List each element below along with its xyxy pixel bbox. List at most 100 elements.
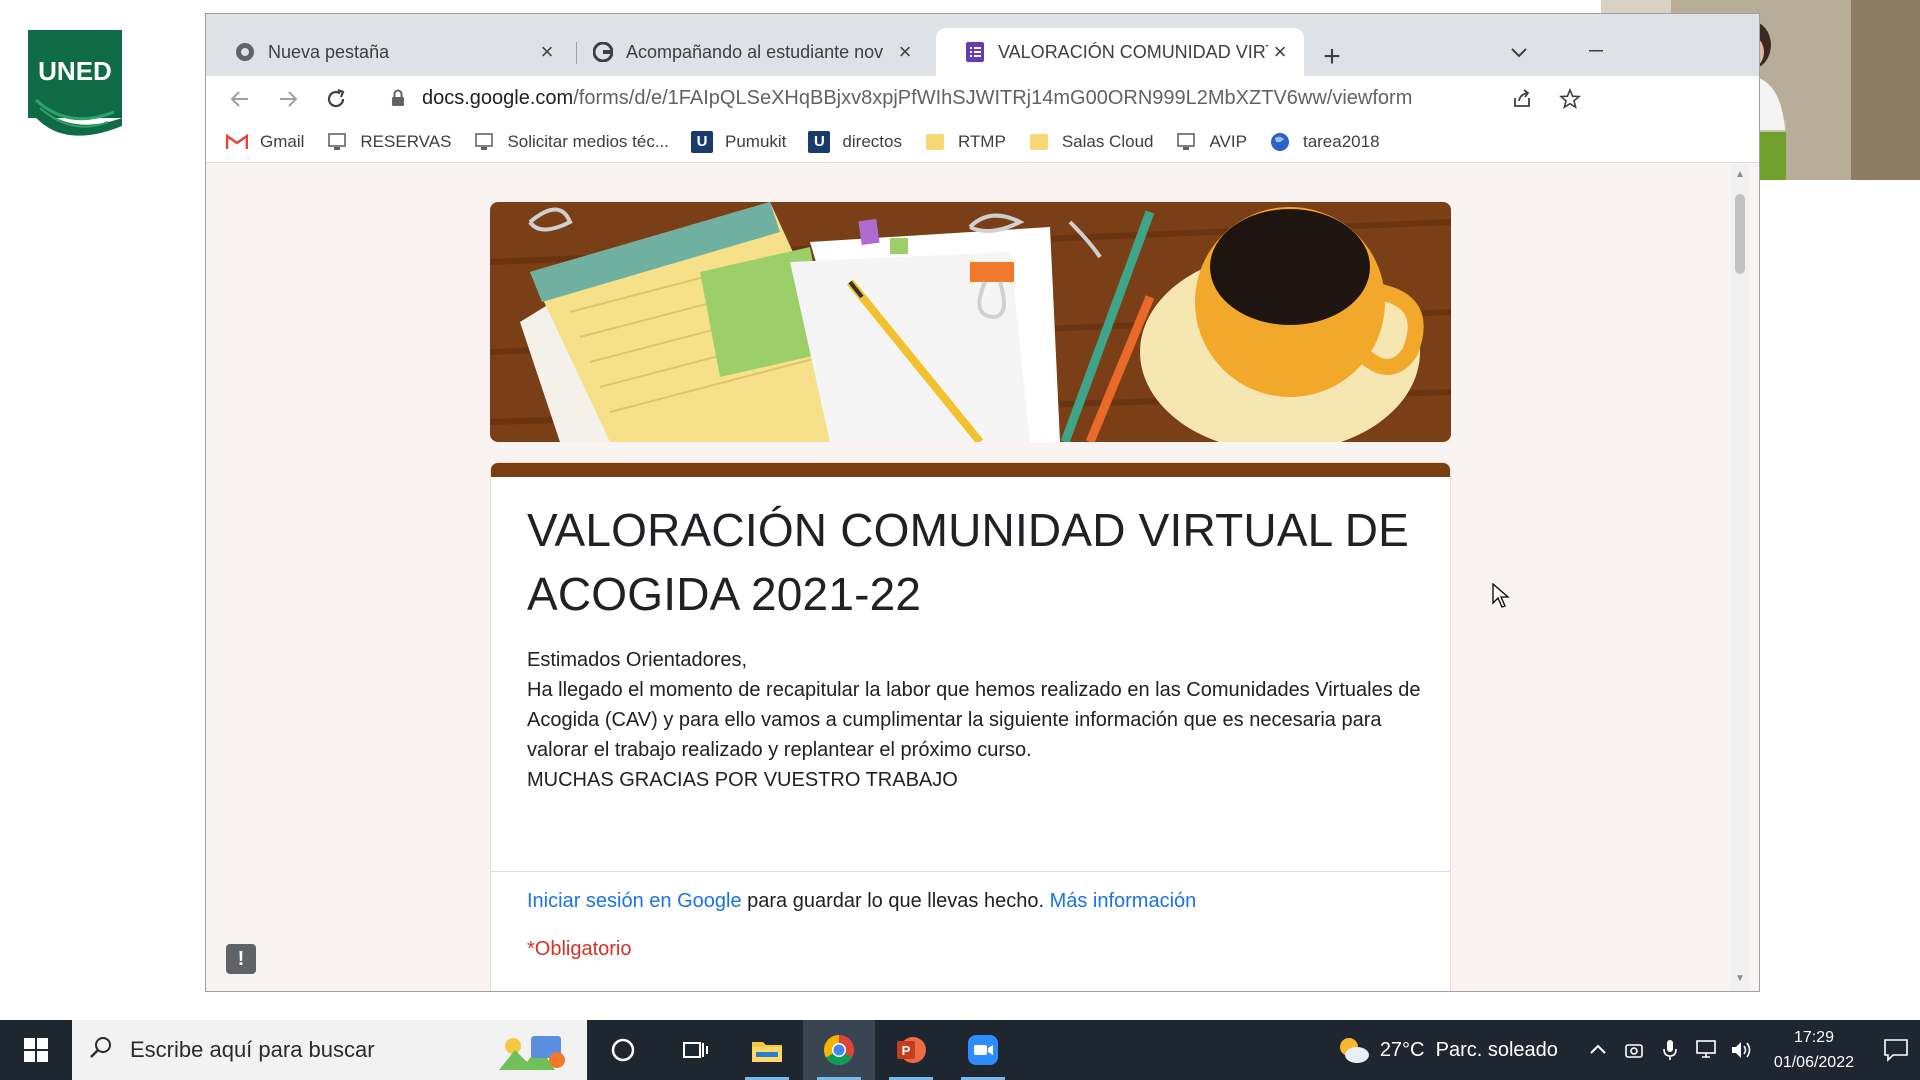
- scroll-thumb[interactable]: [1735, 194, 1745, 274]
- tab-label: Nueva pestaña: [268, 41, 390, 62]
- tab-label: VALORACIÓN COMUNIDAD VIRT: [998, 41, 1268, 62]
- tab-search-chevron-icon[interactable]: [1504, 38, 1534, 68]
- folder-icon: [924, 131, 946, 153]
- form-description-line: Estimados Orientadores,: [527, 649, 748, 671]
- scroll-up-icon[interactable]: ▲: [1735, 170, 1745, 180]
- search-icon: [88, 1035, 114, 1066]
- system-clock[interactable]: 17:29 01/06/2022: [1774, 1025, 1854, 1075]
- u-logo-icon: U: [808, 130, 831, 153]
- tab-strip: Nueva pestaña × Acompañando al estudiant…: [206, 14, 1759, 76]
- search-highlight-icon: [495, 1030, 567, 1072]
- partly-sunny-icon: [1336, 1035, 1370, 1065]
- form-description-line: Ha llegado el momento de recapitular la …: [527, 679, 1421, 761]
- chrome-icon: [234, 41, 256, 63]
- clock-time: 17:29: [1793, 1029, 1834, 1046]
- lock-icon[interactable]: [388, 87, 408, 109]
- signin-notice: Iniciar sesión en Google para guardar lo…: [527, 890, 1196, 913]
- tab-nueva-pestana[interactable]: Nueva pestaña ×: [206, 28, 571, 76]
- tab-acompanando[interactable]: Acompañando al estudiante nov ×: [564, 28, 929, 76]
- close-icon[interactable]: ×: [1268, 39, 1292, 64]
- form-page: VALORACIÓN COMUNIDAD VIRTUAL DE ACOGIDA …: [206, 164, 1749, 991]
- powerpoint-icon[interactable]: P: [875, 1020, 947, 1080]
- form-description: Estimados Orientadores, Ha llegado el mo…: [527, 645, 1427, 795]
- folder-icon: [1028, 131, 1050, 153]
- browser-window: Nueva pestaña × Acompañando al estudiant…: [205, 13, 1760, 992]
- bookmark-solicitar[interactable]: Solicitar medios téc...: [473, 131, 669, 153]
- mouse-cursor-icon: [1492, 582, 1510, 609]
- bookmark-label: Salas Cloud: [1061, 131, 1154, 151]
- svg-text:UNED: UNED: [38, 56, 112, 86]
- card-divider: [491, 871, 1450, 872]
- file-explorer-icon[interactable]: [731, 1020, 803, 1080]
- minimize-icon[interactable]: [1581, 36, 1611, 66]
- bookmark-label: Pumukit: [725, 131, 787, 151]
- bookmark-gmail[interactable]: Gmail: [226, 131, 304, 153]
- close-icon[interactable]: ×: [893, 39, 917, 64]
- bookmark-label: Solicitar medios téc...: [507, 131, 669, 151]
- desktop-stage: UNED Nueva pestaña × Acompañando al estu…: [0, 0, 1920, 1020]
- more-info-link[interactable]: Más información: [1050, 890, 1197, 912]
- star-icon[interactable]: [1552, 81, 1588, 117]
- weather-condition: Parc. soleado: [1435, 1038, 1558, 1061]
- chevron-up-icon[interactable]: [1585, 1037, 1611, 1063]
- bookmark-label: Gmail: [260, 131, 305, 151]
- bookmark-label: RESERVAS: [360, 131, 452, 151]
- windows-start-icon[interactable]: [0, 1020, 72, 1080]
- tab-label: Acompañando al estudiante nov: [626, 41, 884, 62]
- volume-icon[interactable]: [1729, 1037, 1755, 1063]
- globe-icon: [1269, 131, 1291, 153]
- bookmark-label: RTMP: [957, 131, 1006, 151]
- bookmark-tarea2018[interactable]: tarea2018: [1269, 131, 1380, 153]
- feedback-icon[interactable]: !: [226, 944, 256, 974]
- bookmark-label: AVIP: [1209, 131, 1247, 151]
- weather-widget[interactable]: 27°C Parc. soleado: [1336, 1035, 1558, 1065]
- page-scrollbar[interactable]: ▲ ▼: [1731, 164, 1749, 991]
- monitor-icon: [1175, 131, 1197, 153]
- form-theme-bar: [491, 463, 1450, 477]
- tab-valoracion[interactable]: VALORACIÓN COMUNIDAD VIRT ×: [936, 28, 1304, 76]
- required-note: *Obligatorio: [527, 938, 632, 960]
- search-placeholder: Escribe aquí para buscar: [130, 1037, 375, 1062]
- form-title-card: VALORACIÓN COMUNIDAD VIRTUAL DE ACOGIDA …: [490, 462, 1451, 991]
- back-arrow-icon[interactable]: [222, 81, 258, 117]
- bookmark-rtmp[interactable]: RTMP: [924, 131, 1006, 153]
- form-description-line: MUCHAS GRACIAS POR VUESTRO TRABAJO: [527, 769, 958, 791]
- share-icon[interactable]: [1504, 81, 1540, 117]
- monitor-icon: [326, 131, 348, 153]
- notification-center-icon[interactable]: [1872, 1020, 1920, 1080]
- system-tray: 27°C Parc. soleado 17:29 01/06/2022: [1336, 1020, 1920, 1080]
- address-bar[interactable]: docs.google.com/forms/d/e/1FAIpQLSeXHqBB…: [374, 78, 1534, 118]
- bookmark-avip[interactable]: AVIP: [1175, 131, 1247, 153]
- task-view-icon[interactable]: [659, 1020, 731, 1080]
- network-icon[interactable]: [1693, 1037, 1719, 1063]
- weather-temperature: 27°C: [1379, 1038, 1425, 1061]
- reload-icon[interactable]: [318, 81, 354, 117]
- new-tab-button[interactable]: +: [1315, 41, 1349, 75]
- u-logo-icon: U: [691, 130, 713, 153]
- taskbar-search-box[interactable]: Escribe aquí para buscar: [72, 1020, 587, 1080]
- bookmark-reservas[interactable]: RESERVAS: [326, 131, 451, 153]
- camera-icon[interactable]: [1621, 1037, 1647, 1063]
- gmail-icon: [226, 131, 248, 153]
- bookmarks-bar: Gmail RESERVAS Solicitar medios téc... U…: [206, 121, 1759, 163]
- form-title: VALORACIÓN COMUNIDAD VIRTUAL DE ACOGIDA …: [527, 504, 1410, 620]
- bookmark-label: directos: [842, 131, 902, 151]
- microphone-icon[interactable]: [1657, 1037, 1683, 1063]
- scroll-down-icon[interactable]: ▼: [1735, 974, 1745, 984]
- monitor-icon: [473, 131, 495, 153]
- bookmark-pumukit[interactable]: U Pumukit: [691, 130, 787, 153]
- browser-toolbar: docs.google.com/forms/d/e/1FAIpQLSeXHqBB…: [206, 76, 1759, 121]
- chrome-taskbar-icon[interactable]: [803, 1020, 875, 1080]
- bookmark-label: tarea2018: [1302, 131, 1380, 151]
- cortana-icon[interactable]: [587, 1020, 659, 1080]
- close-icon[interactable]: ×: [535, 39, 559, 64]
- url-text: docs.google.com/forms/d/e/1FAIpQLSeXHqBB…: [422, 86, 1413, 109]
- zoom-icon[interactable]: [947, 1020, 1019, 1080]
- forward-arrow-icon[interactable]: [270, 81, 306, 117]
- bookmark-directos[interactable]: U directos: [808, 130, 902, 153]
- form-header-image: [490, 202, 1451, 442]
- bookmark-salas-cloud[interactable]: Salas Cloud: [1028, 131, 1154, 153]
- google-icon: [592, 41, 614, 63]
- windows-taskbar: Escribe aquí para buscar P 27°C Parc. so…: [0, 1020, 1920, 1080]
- signin-link[interactable]: Iniciar sesión en Google: [527, 890, 742, 912]
